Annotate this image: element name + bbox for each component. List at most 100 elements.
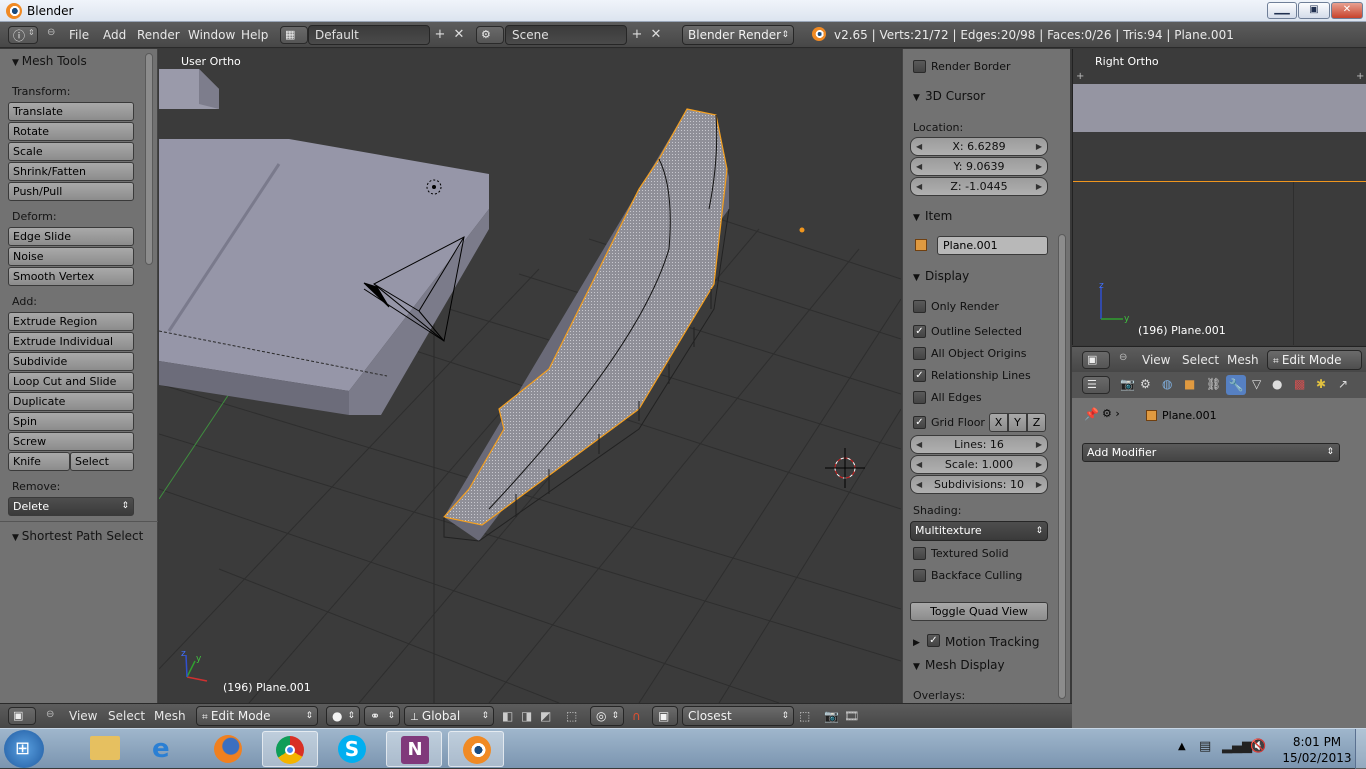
modifiers-context-icon[interactable]: 🔧 <box>1226 375 1246 395</box>
vertex-select-icon[interactable]: ◧ <box>502 709 513 723</box>
layout-name-field[interactable]: Default <box>308 25 430 45</box>
right-menu-select[interactable]: Select <box>1182 353 1219 367</box>
taskbar-ie[interactable]: e <box>138 731 194 767</box>
texture-context-icon[interactable]: ▩ <box>1294 377 1305 391</box>
display-panel-header[interactable]: ▼ Display <box>903 269 1071 283</box>
knife-button[interactable]: Knife <box>8 452 70 471</box>
toolshelf-scrollbar[interactable] <box>145 53 153 265</box>
3d-cursor-panel-header[interactable]: ▼ 3D Cursor <box>903 89 1071 103</box>
knife-select-button[interactable]: Select <box>70 452 134 471</box>
physics-context-icon[interactable]: ↗ <box>1338 377 1348 391</box>
snap-magnet-icon[interactable]: ∩ <box>632 709 641 723</box>
right-ortho-viewport[interactable]: Right Ortho + + z y (196) Plane.001 <box>1072 49 1366 345</box>
show-hidden-icons[interactable]: ▲ <box>1178 741 1186 752</box>
3d-viewport[interactable]: z y User Ortho (196) Plane.001 <box>159 49 901 703</box>
world-context-icon[interactable]: ◍ <box>1162 377 1172 391</box>
area-split-icon[interactable]: + <box>1076 71 1084 82</box>
scene-context-icon[interactable]: ⚙ <box>1140 377 1151 391</box>
proportional-edit-dropdown[interactable]: ◎ ⇕ <box>590 706 624 726</box>
network-icon[interactable]: ▂▄▆ <box>1222 739 1252 754</box>
object-context-icon[interactable]: ■ <box>1184 377 1195 391</box>
all-edges-checkbox[interactable] <box>913 391 926 404</box>
add-layout-icon[interactable]: + <box>432 26 448 44</box>
scene-name-field[interactable]: Scene <box>505 25 627 45</box>
snap-element-dropdown[interactable]: ▣ <box>652 706 678 726</box>
only-render-checkbox[interactable] <box>913 300 926 313</box>
right-menu-view[interactable]: View <box>1142 353 1170 367</box>
grid-scale-field[interactable]: ◀ Scale: 1.000 ▶ <box>910 455 1048 474</box>
item-panel-header[interactable]: ▼ Item <box>903 209 1071 223</box>
properties-scrollbar[interactable] <box>1058 234 1066 699</box>
motion-tracking-checkbox[interactable]: ✓ <box>927 634 940 647</box>
editor-type-button[interactable]: ⓘ ⇕ <box>8 26 38 44</box>
data-context-icon[interactable]: ▽ <box>1252 377 1261 391</box>
translate-button[interactable]: Translate <box>8 102 134 121</box>
bottom-menu-mesh[interactable]: Mesh <box>154 709 186 723</box>
snap-target-dropdown[interactable]: Closest ⇕ <box>682 706 794 726</box>
constraints-context-icon[interactable]: ⛓ <box>1206 377 1221 391</box>
taskbar-onenote[interactable]: N <box>386 731 442 767</box>
outline-selected-checkbox[interactable]: ✓ <box>913 325 926 338</box>
grid-subdivisions-field[interactable]: ◀ Subdivisions: 10 ▶ <box>910 475 1048 494</box>
cursor-x-field[interactable]: ◀ X: 6.6289 ▶ <box>910 137 1048 156</box>
mesh-tools-title[interactable]: ▼ Mesh Tools <box>12 54 87 68</box>
push-pull-button[interactable]: Push/Pull <box>8 182 134 201</box>
grid-lines-field[interactable]: ◀ Lines: 16 ▶ <box>910 435 1048 454</box>
collapse-icon[interactable]: ⊖ <box>1119 352 1127 363</box>
properties-editor-button[interactable]: ☰ <box>1082 376 1110 394</box>
render-image-icon[interactable]: 📷 <box>824 709 839 723</box>
cursor-y-field[interactable]: ◀ Y: 9.0639 ▶ <box>910 157 1048 176</box>
taskbar-blender[interactable] <box>448 731 504 767</box>
subdivide-button[interactable]: Subdivide <box>8 352 134 371</box>
area-split-icon-right[interactable]: + <box>1356 71 1364 82</box>
taskbar-firefox[interactable] <box>200 731 256 767</box>
smooth-vertex-button[interactable]: Smooth Vertex <box>8 267 134 286</box>
render-context-icon[interactable]: 📷 <box>1120 377 1135 391</box>
backface-culling-checkbox[interactable] <box>913 569 926 582</box>
show-desktop-button[interactable] <box>1355 729 1366 769</box>
noise-button[interactable]: Noise <box>8 247 134 266</box>
render-engine-dropdown[interactable]: Blender Render ⇕ <box>682 25 794 45</box>
render-border-checkbox[interactable] <box>913 60 926 73</box>
shading-dropdown[interactable]: Multitexture ⇕ <box>910 521 1048 541</box>
scale-button[interactable]: Scale <box>8 142 134 161</box>
spin-button[interactable]: Spin <box>8 412 134 431</box>
orientation-dropdown[interactable]: ⊥ Global ⇕ <box>404 706 494 726</box>
viewport-shading-dropdown[interactable]: ● ⇕ <box>326 706 360 726</box>
axis-y-toggle[interactable]: Y <box>1008 413 1027 432</box>
volume-muted-icon[interactable]: 🔇 <box>1250 739 1266 754</box>
edge-slide-button[interactable]: Edge Slide <box>8 227 134 246</box>
all-object-origins-checkbox[interactable] <box>913 347 926 360</box>
face-select-icon[interactable]: ◩ <box>540 709 551 723</box>
add-scene-icon[interactable]: + <box>629 26 645 44</box>
taskbar-chrome[interactable] <box>262 731 318 767</box>
textured-solid-checkbox[interactable] <box>913 547 926 560</box>
shrink-fatten-button[interactable]: Shrink/Fatten <box>8 162 134 181</box>
device-icon[interactable]: ▤ <box>1199 739 1211 754</box>
extrude-individual-button[interactable]: Extrude Individual <box>8 332 134 351</box>
menu-file[interactable]: File <box>69 28 89 42</box>
screw-button[interactable]: Screw <box>8 432 134 451</box>
menu-render[interactable]: Render <box>137 28 180 42</box>
snap-options-icon[interactable]: ⬚ <box>799 709 810 723</box>
rotate-button[interactable]: Rotate <box>8 122 134 141</box>
grid-floor-checkbox[interactable]: ✓ <box>913 416 926 429</box>
taskbar-explorer[interactable] <box>76 731 132 767</box>
axis-x-toggle[interactable]: X <box>989 413 1008 432</box>
item-name-field[interactable]: Plane.001 <box>937 236 1048 255</box>
delete-scene-icon[interactable]: ✕ <box>648 26 664 44</box>
axis-z-toggle[interactable]: Z <box>1027 413 1046 432</box>
particles-context-icon[interactable]: ✱ <box>1316 377 1326 391</box>
maximize-button[interactable]: ▣ <box>1298 2 1330 19</box>
right-menu-mesh[interactable]: Mesh <box>1227 353 1259 367</box>
mode-dropdown[interactable]: ⌗ Edit Mode ⇕ <box>196 706 318 726</box>
scene-selector-button[interactable]: ⚙ <box>476 26 504 44</box>
duplicate-button[interactable]: Duplicate <box>8 392 134 411</box>
material-context-icon[interactable]: ● <box>1272 377 1282 391</box>
collapse-icon[interactable]: ⊖ <box>47 27 55 38</box>
start-button[interactable]: ⊞ <box>4 730 44 768</box>
collapse-icon[interactable]: ⊖ <box>46 709 54 720</box>
pivot-dropdown[interactable]: ⚭ ⇕ <box>364 706 400 726</box>
toggle-quad-view-button[interactable]: Toggle Quad View <box>910 602 1048 621</box>
menu-window[interactable]: Window <box>188 28 235 42</box>
